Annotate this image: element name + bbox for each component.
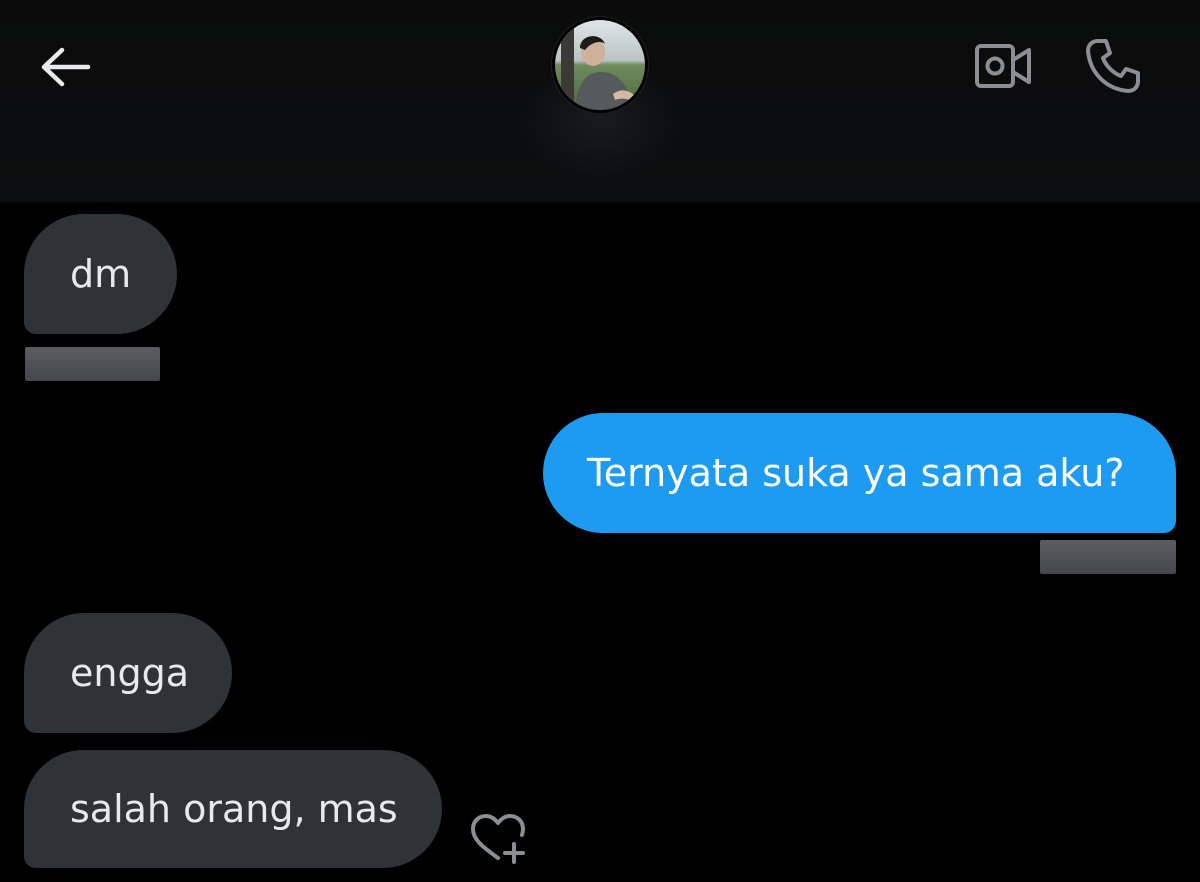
back-button[interactable] bbox=[36, 40, 96, 94]
message-bubble[interactable]: dm bbox=[24, 214, 177, 334]
redacted-timestamp bbox=[25, 347, 160, 381]
arrow-left-icon bbox=[41, 47, 91, 87]
message-text: Ternyata suka ya sama aku? bbox=[587, 451, 1125, 495]
message-bubble[interactable]: salah orang, mas bbox=[24, 750, 442, 868]
avatar-photo bbox=[555, 20, 645, 110]
video-call-button[interactable] bbox=[973, 36, 1033, 96]
message-text: engga bbox=[70, 651, 189, 695]
add-reaction-button[interactable] bbox=[466, 810, 530, 868]
message-bubble[interactable]: engga bbox=[24, 613, 232, 733]
video-camera-icon bbox=[975, 44, 1031, 88]
message-text: dm bbox=[70, 252, 132, 296]
message-text: salah orang, mas bbox=[70, 787, 398, 831]
conversation-header bbox=[0, 0, 1200, 202]
voice-call-button[interactable] bbox=[1083, 36, 1143, 96]
avatar[interactable] bbox=[555, 20, 645, 110]
phone-icon bbox=[1086, 39, 1140, 93]
message-bubble[interactable]: Ternyata suka ya sama aku? bbox=[543, 413, 1176, 533]
heart-plus-icon bbox=[471, 814, 525, 864]
redacted-timestamp bbox=[1040, 540, 1176, 574]
